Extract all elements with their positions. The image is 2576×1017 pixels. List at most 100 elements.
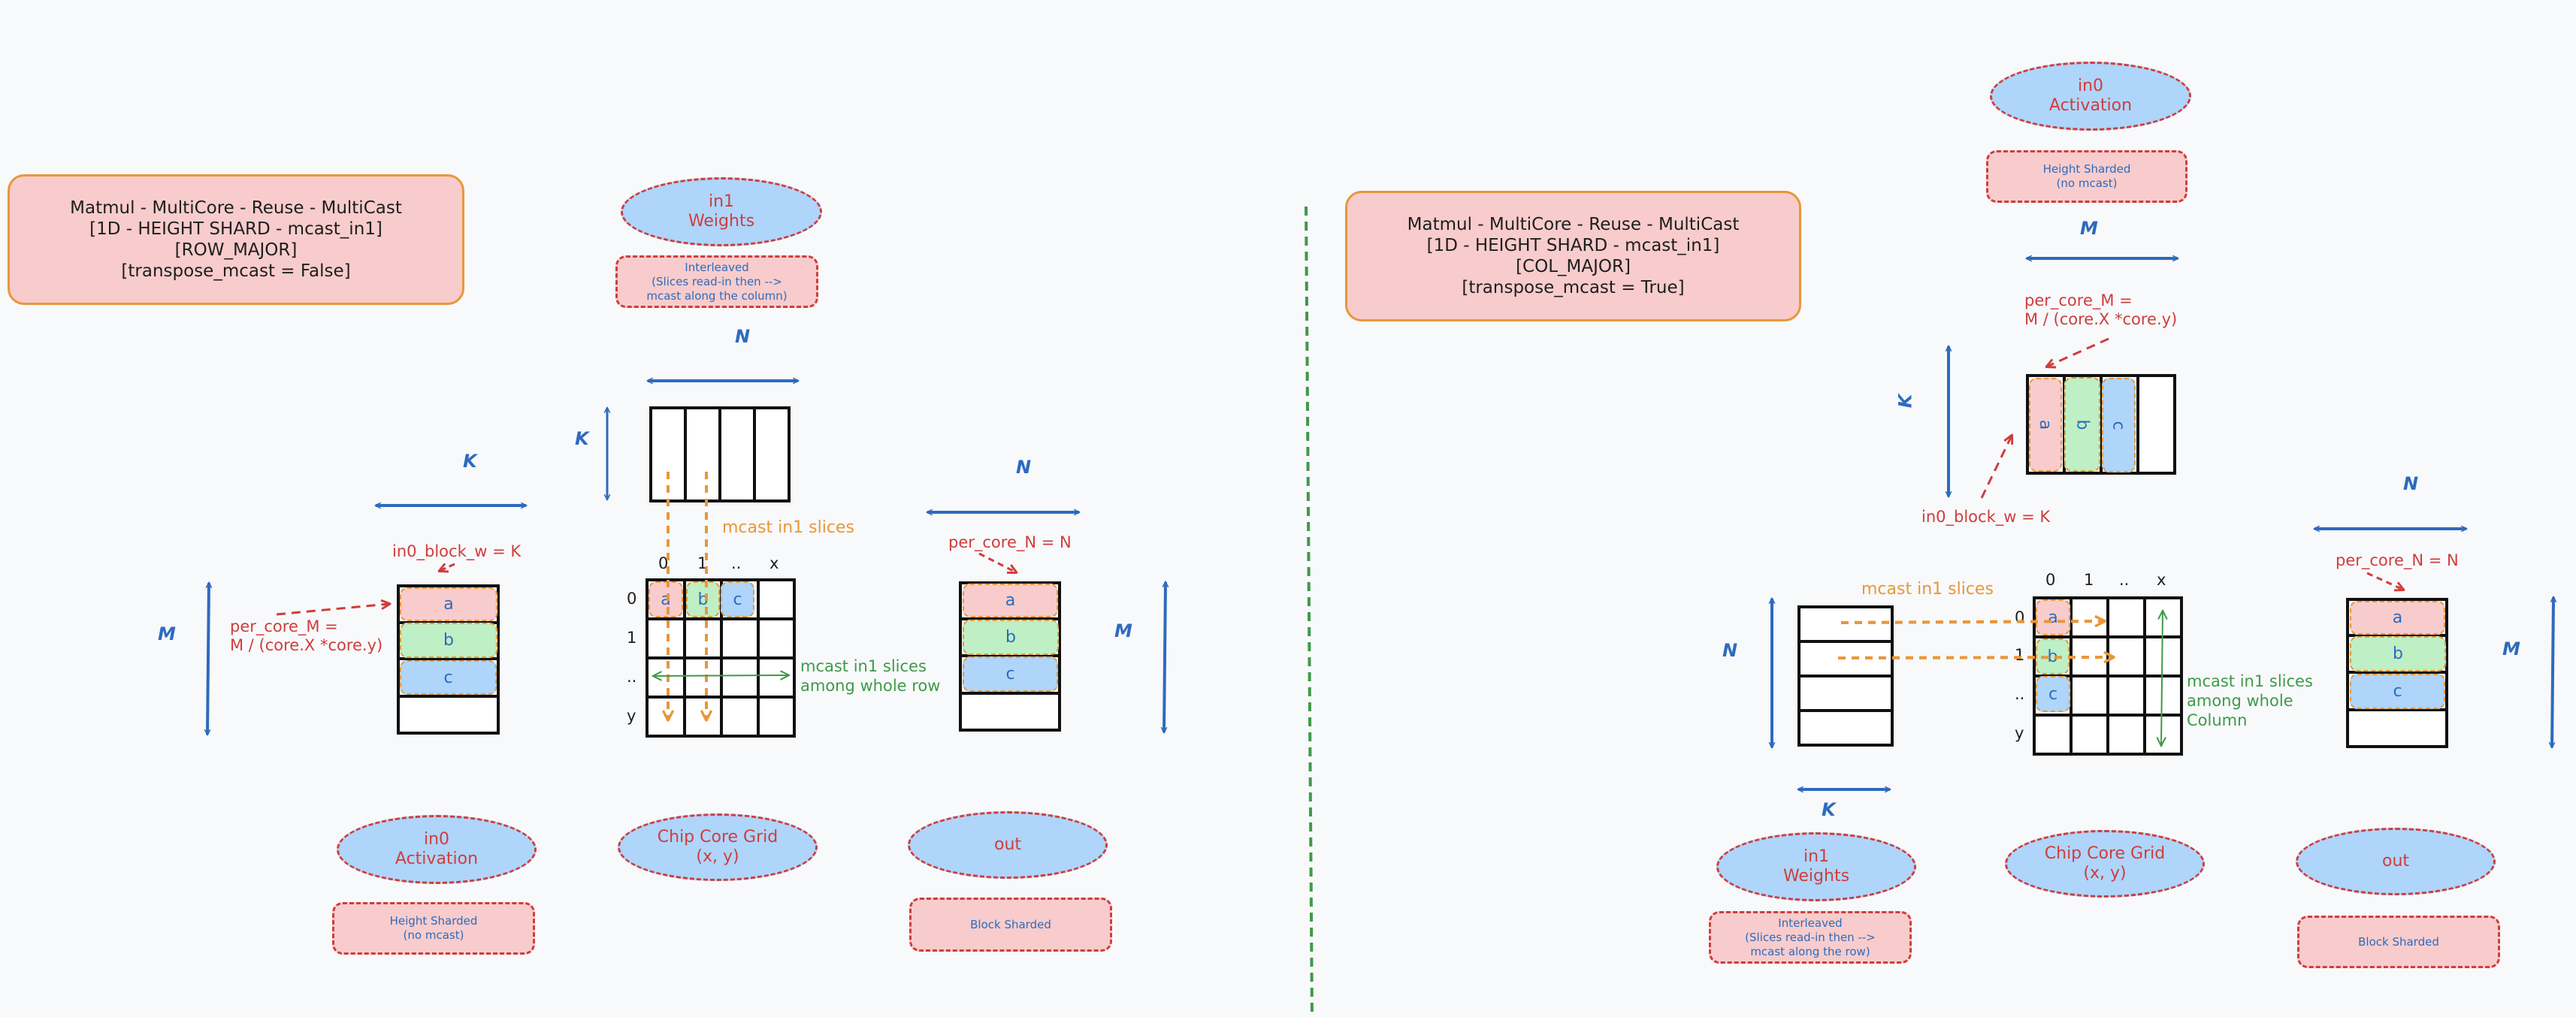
title-line: [transpose_mcast = False] <box>121 261 351 281</box>
grid-row-header: 0 <box>2015 608 2025 626</box>
ellipse-label: Weights <box>1782 867 1850 886</box>
in0-slice-c-right: c <box>2102 378 2136 472</box>
in1-n-label: N <box>735 326 751 347</box>
in0-block-w-label-right: in0_block_w = K <box>1921 508 2051 526</box>
title-box-right: Matmul - MultiCore - Reuse - MultiCast [… <box>1345 191 1801 321</box>
mcast-among-line: mcast in1 slices <box>800 657 927 675</box>
formula-line: M / (core.X *core.y) <box>2024 310 2178 328</box>
mcast-slices-label-right: mcast in1 slices <box>1861 580 1994 599</box>
ellipse-label: in0 <box>423 830 450 849</box>
grid-slice-b: b <box>686 581 720 617</box>
in0-activation-ellipse-right: in0 Activation <box>1990 62 2191 131</box>
mcast-among-label-left: mcast in1 slices among whole row <box>800 656 940 696</box>
grid-slice-c: c <box>721 581 754 617</box>
mcast-among-label-right: mcast in1 slices among whole Column <box>2187 671 2313 730</box>
in1-weights-ellipse: in1 Weights <box>621 177 822 246</box>
per-core-m-arrow <box>276 604 389 616</box>
out-n-label: N <box>1016 457 1032 478</box>
title-line: [COL_MAJOR] <box>1516 257 1631 276</box>
out-n-label-right: N <box>2403 473 2419 494</box>
per-core-n-label-right: per_core_N = N <box>2336 551 2459 569</box>
in0-k-label: K <box>463 451 477 472</box>
per-core-n-arrow-right <box>2366 572 2403 590</box>
ellipse-label: out <box>993 835 1022 854</box>
title-box-left: Matmul - MultiCore - Reuse - MultiCast [… <box>8 174 464 305</box>
out-m-label-right: M <box>2502 638 2520 659</box>
grid-slice-c-right: c <box>2036 676 2070 712</box>
in0-block-w-arrow-right <box>1980 436 2012 499</box>
in0-m-arrow <box>207 583 209 735</box>
grid-row-header: .. <box>627 668 637 686</box>
note-line: Height Sharded <box>389 914 478 928</box>
in0-slice-a: a <box>400 587 497 621</box>
in1-k-label-right: K <box>1822 799 1836 820</box>
out-note-right: Block Sharded <box>2297 916 2500 968</box>
in0-slice-a-right: a <box>2029 378 2062 472</box>
core-grid-ellipse-right: Chip Core Grid (x, y) <box>2005 830 2205 898</box>
title-line: [transpose_mcast = True] <box>1462 278 1685 297</box>
per-core-n-arrow <box>978 552 1016 572</box>
ellipse-label: in1 <box>1803 847 1830 866</box>
note-line: Height Sharded <box>2042 162 2131 176</box>
grid-slice-a: a <box>649 581 683 617</box>
out-slice-a-right: a <box>2350 601 2445 635</box>
note-line: Block Sharded <box>970 917 1051 931</box>
formula-line: per_core_M = <box>2024 291 2133 309</box>
slice-label: a <box>2036 419 2055 430</box>
in0-slice-b-right: b <box>2064 377 2100 472</box>
per-core-m-label: per_core_M = M / (core.X *core.y) <box>230 617 382 655</box>
ellipse-label: Chip Core Grid <box>2044 844 2166 863</box>
in0-activation-ellipse: in0 Activation <box>337 815 537 884</box>
grid-row-header: 1 <box>627 629 637 647</box>
ellipse-label: Weights <box>688 212 755 231</box>
grid-col-header: .. <box>2119 571 2130 589</box>
grid-row-header: .. <box>2015 685 2025 703</box>
out-ellipse-right: out <box>2296 828 2496 895</box>
note-line: Block Sharded <box>2358 934 2439 949</box>
per-core-n-label: per_core_N = N <box>948 533 1072 551</box>
in0-slice-c: c <box>400 660 497 695</box>
grid-col-header: x <box>769 554 779 572</box>
out-m-arrow <box>1164 582 1166 732</box>
in0-note: Height Sharded (no mcast) <box>332 902 535 955</box>
per-core-m-label-right: per_core_M = M / (core.X *core.y) <box>2024 291 2177 329</box>
grid-row-header: y <box>627 707 636 725</box>
ellipse-label: Activation <box>395 850 479 868</box>
note-line: (Slices read-in then --> <box>652 274 782 288</box>
in0-k-label-right: K <box>1894 394 1916 409</box>
in1-weights-ellipse-right: in1 Weights <box>1716 832 1916 901</box>
out-m-label: M <box>1114 620 1132 641</box>
in0-m-label: M <box>158 623 176 644</box>
ellipse-label: in1 <box>708 192 735 211</box>
in1-note: Interleaved (Slices read-in then --> mca… <box>615 255 818 308</box>
note-line: Interleaved <box>1778 916 1843 930</box>
per-core-m-arrow-right <box>2047 337 2109 367</box>
grid-col-header: 0 <box>658 554 669 572</box>
in0-block-w-arrow <box>440 564 455 571</box>
grid-col-header: x <box>2157 571 2166 589</box>
in0-slice-b: b <box>400 623 497 658</box>
title-line: [ROW_MAJOR] <box>174 240 298 260</box>
in0-note-right: Height Sharded (no mcast) <box>1986 150 2187 203</box>
grid-slice-b-right: b <box>2036 638 2070 674</box>
section-divider <box>1305 206 1314 1017</box>
grid-slice-a-right: a <box>2036 599 2070 635</box>
core-grid-ellipse: Chip Core Grid (x, y) <box>618 813 818 881</box>
out-slice-a: a <box>963 584 1058 617</box>
note-line: Interleaved <box>685 260 749 274</box>
note-line: (no mcast) <box>2056 177 2118 190</box>
ellipse-label: (x, y) <box>696 847 739 866</box>
mcast-among-line: among whole <box>2187 692 2293 710</box>
out-slice-c-right: c <box>2350 674 2445 709</box>
out-note: Block Sharded <box>909 898 1112 952</box>
formula-line: M / (core.X *core.y) <box>230 636 383 654</box>
out-ellipse: out <box>908 811 1108 879</box>
title-line: Matmul - MultiCore - Reuse - MultiCast <box>70 198 402 218</box>
ellipse-label: Activation <box>2048 96 2133 115</box>
ellipse-label: Chip Core Grid <box>657 828 779 846</box>
grid-col-header: .. <box>731 554 742 572</box>
grid-col-header: 1 <box>2084 571 2094 589</box>
grid-col-header: 1 <box>697 554 708 572</box>
out-m-arrow-right <box>2552 597 2553 747</box>
in1-k-label: K <box>575 428 589 449</box>
